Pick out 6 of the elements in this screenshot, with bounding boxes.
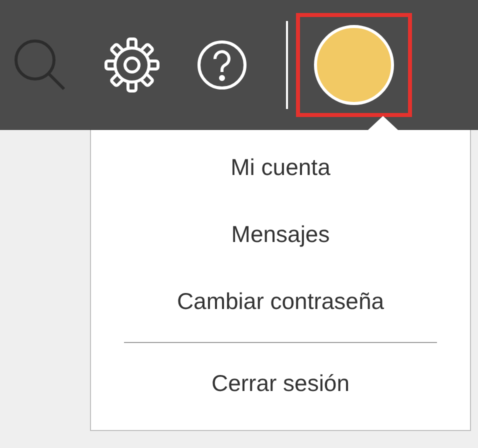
menu-item[interactable]: Cambiar contraseña — [176, 281, 384, 348]
menu-item[interactable]: Mi cuenta — [230, 147, 330, 214]
settings-icon[interactable] — [104, 37, 160, 93]
help-icon[interactable] — [196, 39, 248, 91]
menu-item[interactable]: Mensajes — [231, 214, 330, 282]
menu-item[interactable]: Cerrar sesión — [211, 362, 350, 430]
